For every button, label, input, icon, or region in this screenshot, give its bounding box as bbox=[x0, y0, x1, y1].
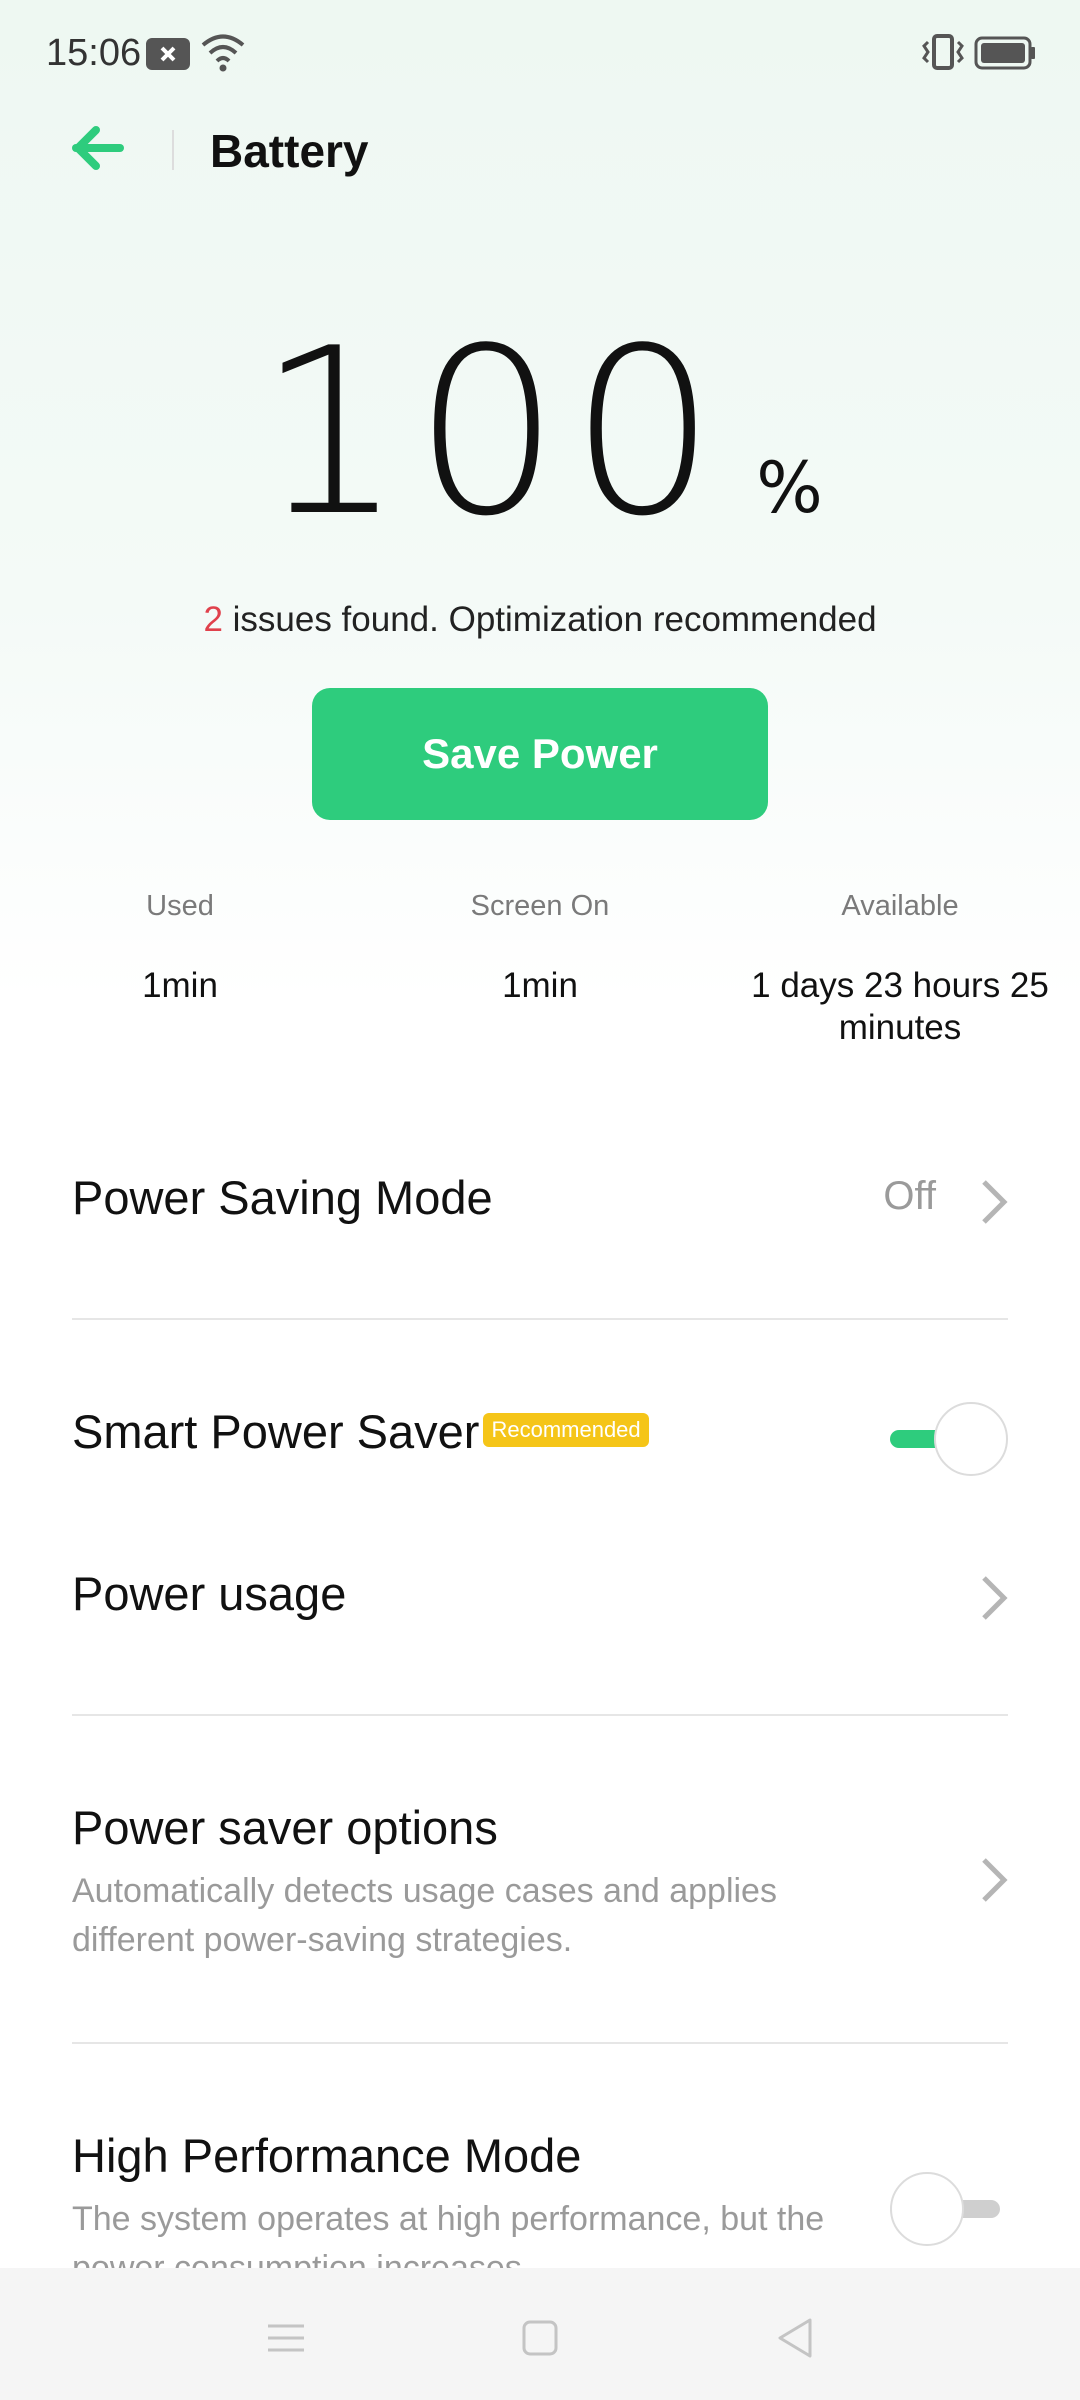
row-title: Smart Power Saver Recommended bbox=[72, 1404, 1008, 1459]
stat-label: Available bbox=[841, 890, 959, 922]
toggle-knob bbox=[934, 1402, 1008, 1476]
home-icon bbox=[510, 2320, 570, 2372]
navigation-bar bbox=[0, 2268, 1080, 2400]
status-time: 15:06 bbox=[46, 32, 142, 74]
save-power-button[interactable]: Save Power bbox=[312, 688, 768, 820]
back-button[interactable] bbox=[72, 124, 136, 176]
toggle-knob bbox=[890, 2172, 964, 2246]
recommended-badge: Recommended bbox=[483, 1412, 649, 1447]
smart-power-saver-title: Smart Power Saver bbox=[72, 1405, 480, 1458]
stat-label: Screen On bbox=[470, 890, 610, 922]
row-title: Power saver options bbox=[72, 1801, 498, 1854]
divider bbox=[72, 2042, 1008, 2044]
row-value: Off bbox=[883, 1174, 936, 1218]
header-divider bbox=[172, 130, 174, 170]
vibrate-icon bbox=[920, 34, 966, 75]
stat-value: 1min bbox=[502, 966, 578, 1005]
power-saver-options-row[interactable]: Power saver options Automatically detect… bbox=[72, 1800, 1008, 1970]
stat-screen-on: Screen On 1min bbox=[360, 890, 720, 1007]
app-header: Battery bbox=[0, 110, 1080, 190]
row-title: Power Saving Mode bbox=[72, 1171, 493, 1224]
row-subtitle: The system operates at high performance,… bbox=[72, 2200, 825, 2268]
notification-x-icon bbox=[146, 38, 190, 75]
high-performance-toggle[interactable] bbox=[890, 2172, 1008, 2246]
status-bar: 15:06 bbox=[0, 0, 1080, 110]
battery-percent-sign: % bbox=[756, 447, 823, 529]
back-triangle-icon bbox=[766, 2318, 826, 2372]
row-title: Power usage bbox=[72, 1567, 347, 1620]
stat-available: Available 1 days 23 hours 25 minutes bbox=[720, 890, 1080, 1049]
chevron-right-icon bbox=[980, 1574, 1008, 1622]
menu-icon bbox=[256, 2324, 316, 2372]
stat-label: Used bbox=[146, 890, 214, 922]
page-title: Battery bbox=[210, 125, 369, 177]
menu-button[interactable] bbox=[256, 2308, 316, 2368]
divider bbox=[72, 1318, 1008, 1320]
stat-used: Used 1min bbox=[0, 890, 360, 1007]
power-saving-mode-row[interactable]: Power Saving Mode Off bbox=[72, 1170, 1008, 1240]
row-title: High Performance Mode bbox=[72, 2129, 582, 2182]
nav-back-button[interactable] bbox=[766, 2308, 826, 2368]
chevron-right-icon bbox=[980, 1178, 1008, 1226]
arrow-left-icon bbox=[72, 126, 124, 176]
issues-text: issues found. Optimization recommended bbox=[222, 600, 877, 639]
battery-percent-value: 100 bbox=[257, 300, 727, 567]
battery-icon bbox=[974, 36, 1036, 75]
power-usage-row[interactable]: Power usage bbox=[72, 1566, 1008, 1636]
issues-count: 2 bbox=[203, 600, 223, 639]
stat-value: 1min bbox=[142, 966, 218, 1005]
wifi-icon bbox=[200, 32, 246, 77]
issues-message: 2 issues found. Optimization recommended bbox=[0, 600, 1080, 640]
row-subtitle: Automatically detects usage cases and ap… bbox=[72, 1872, 777, 1959]
high-performance-mode-row: High Performance Mode The system operate… bbox=[72, 2128, 1008, 2268]
stat-value: 1 days 23 hours 25 minutes bbox=[751, 966, 1049, 1047]
smart-power-saver-toggle[interactable] bbox=[890, 1402, 1008, 1476]
chevron-right-icon bbox=[980, 1856, 1008, 1904]
smart-power-saver-row: Smart Power Saver Recommended bbox=[72, 1402, 1008, 1478]
home-button[interactable] bbox=[510, 2308, 570, 2368]
divider bbox=[72, 1714, 1008, 1716]
battery-level: 100% bbox=[0, 300, 1080, 567]
